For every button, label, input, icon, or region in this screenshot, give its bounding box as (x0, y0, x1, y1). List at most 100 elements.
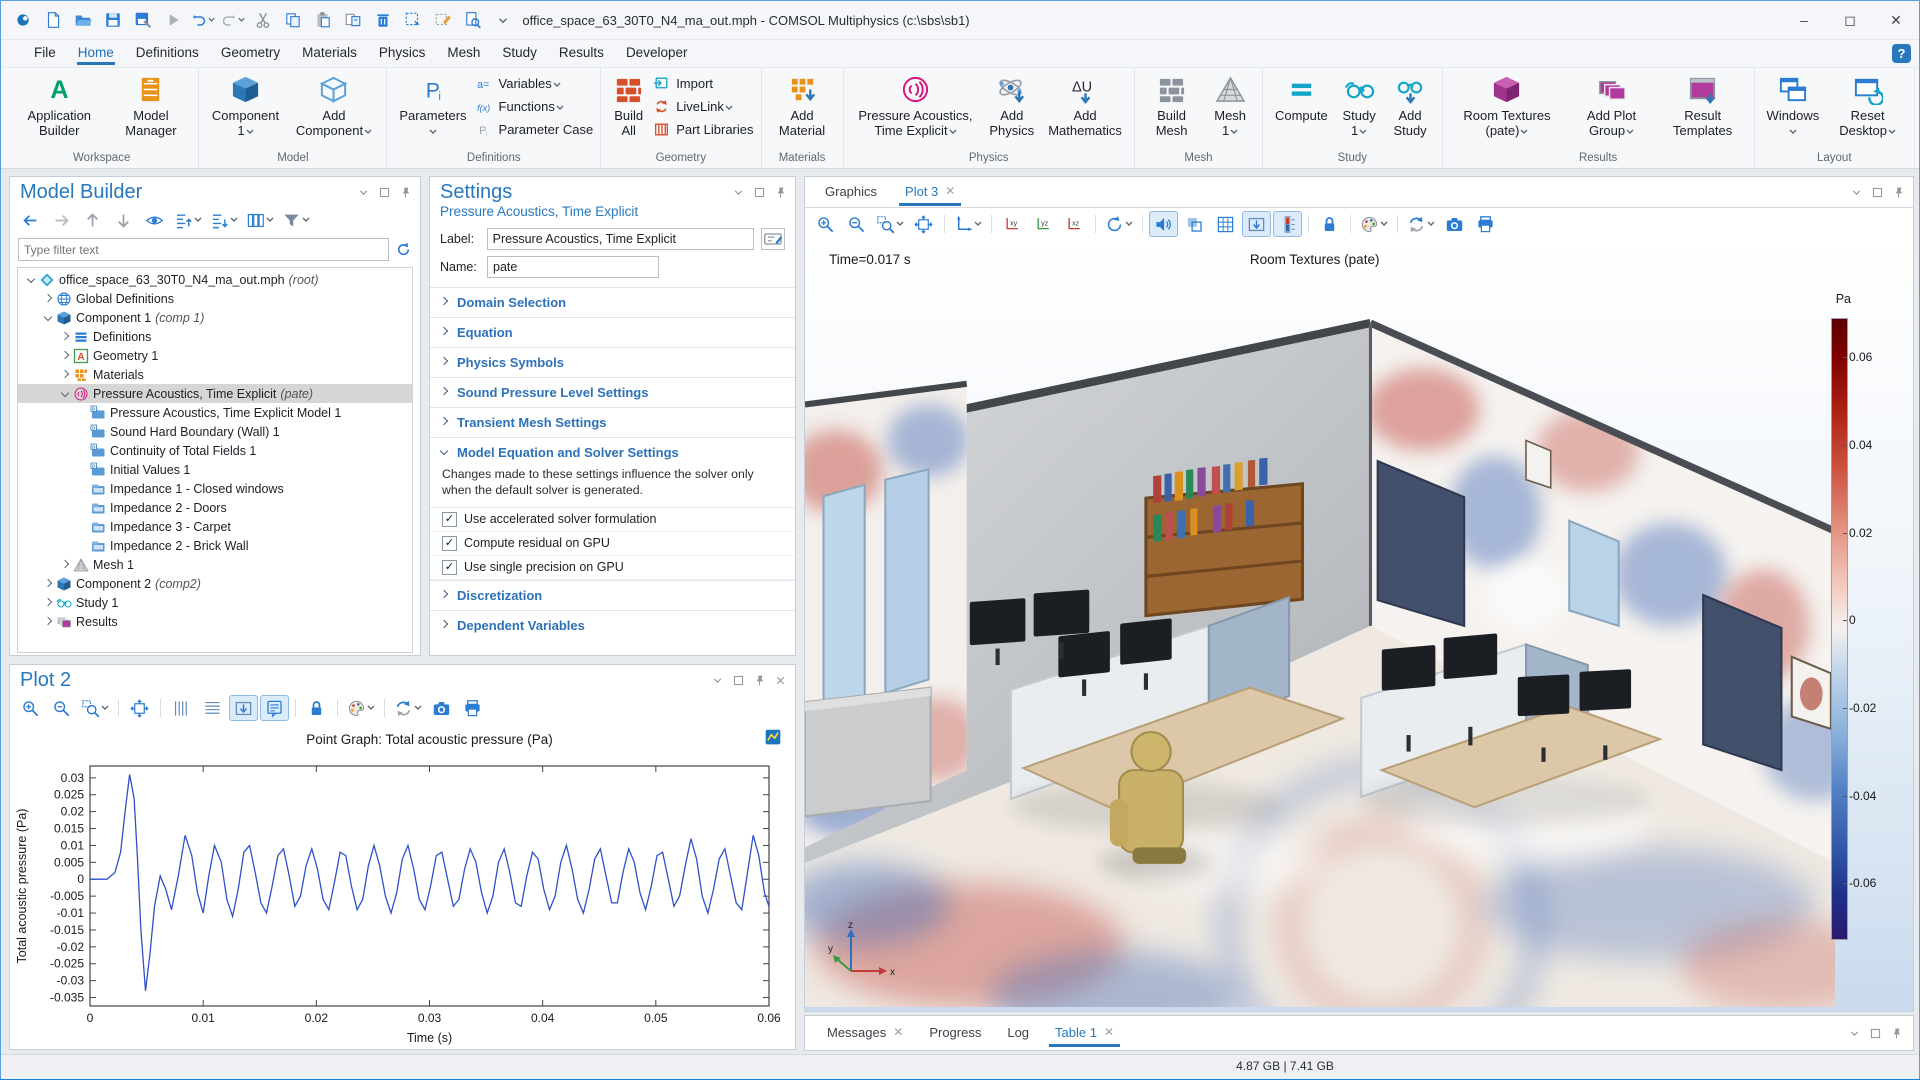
section-header[interactable]: Discretization (430, 581, 795, 610)
ribbon-livelink-button[interactable]: LiveLink (653, 97, 753, 116)
copy-button[interactable] (281, 8, 305, 32)
close-button[interactable]: ✕ (1873, 1, 1919, 39)
chevron-icon[interactable] (58, 330, 72, 344)
tree-item[interactable]: D Continuity of Total Fields 1 (18, 441, 412, 460)
zoom-extents-button[interactable] (125, 695, 154, 721)
zoom-box-button[interactable] (78, 695, 112, 721)
tree-item[interactable]: Impedance 2 - Brick Wall (18, 536, 412, 555)
tree-item[interactable]: Mesh 1 (18, 555, 412, 574)
chevron-icon[interactable] (41, 596, 55, 610)
view-xy-button[interactable]: xy (998, 211, 1027, 237)
tree-item[interactable]: Impedance 3 - Carpet (18, 517, 412, 536)
zoom-extents-button[interactable] (909, 211, 938, 237)
maximize-button[interactable]: ◻ (1827, 1, 1873, 39)
window-chev-icon[interactable] (711, 674, 724, 687)
window-float-icon[interactable] (732, 674, 745, 687)
redo-button[interactable] (221, 8, 245, 32)
point-graph-chart[interactable]: Point Graph: Total acoustic pressure (Pa… (10, 724, 795, 1051)
columns-button[interactable] (243, 207, 277, 233)
window-float-icon[interactable] (378, 186, 391, 199)
ribbon-component-button[interactable]: Component 1 (206, 70, 284, 138)
logo-button[interactable] (11, 8, 35, 32)
window-float-icon[interactable] (753, 186, 766, 199)
ribbon-study-button[interactable]: Study 1 (1337, 70, 1382, 138)
filter-input[interactable] (18, 238, 389, 261)
tab-plot3[interactable]: Plot 3 ✕ (893, 179, 967, 206)
window-pin-icon[interactable] (753, 674, 766, 687)
window-pin-icon[interactable] (399, 186, 412, 199)
ribbon-add-study-button[interactable]: Add Study (1385, 70, 1434, 138)
window-chev-icon[interactable] (1850, 186, 1863, 199)
undo-button[interactable] (191, 8, 215, 32)
save-button[interactable] (101, 8, 125, 32)
menu-results[interactable]: Results (548, 42, 615, 65)
plot-context-icon[interactable] (763, 728, 783, 746)
section-header[interactable]: Transient Mesh Settings (430, 408, 795, 437)
window-pin-icon[interactable] (774, 186, 787, 199)
refresh-button[interactable] (1404, 211, 1438, 237)
menu-definitions[interactable]: Definitions (125, 42, 210, 65)
ribbon-reset-desktop-button[interactable]: Reset Desktop (1828, 70, 1907, 138)
vgrid-button[interactable] (167, 695, 196, 721)
zoom-in-button[interactable] (16, 695, 45, 721)
tree-item[interactable]: office_space_63_30T0_N4_ma_out.mph (root) (18, 270, 412, 289)
refresh-filter-icon[interactable] (395, 241, 412, 258)
chevron-icon[interactable] (41, 311, 55, 325)
select-button[interactable] (401, 8, 425, 32)
transparency-button[interactable] (1180, 211, 1209, 237)
label-input[interactable] (486, 228, 755, 250)
window-pin-icon[interactable] (1890, 1027, 1903, 1040)
view-yz-button[interactable]: yz (1029, 211, 1058, 237)
menu-file[interactable]: File (23, 42, 67, 65)
close-tab-icon[interactable]: ✕ (945, 184, 955, 198)
tree-item[interactable]: Pressure Acoustics, Time Explicit (pate) (18, 384, 412, 403)
ribbon-add-component-button[interactable]: Add Component (289, 70, 380, 138)
window-chev-icon[interactable] (732, 186, 745, 199)
tree-item[interactable]: D Sound Hard Boundary (Wall) 1 (18, 422, 412, 441)
close-tab-icon[interactable]: ✕ (893, 1025, 903, 1039)
open-button[interactable] (71, 8, 95, 32)
chevron-icon[interactable] (24, 273, 38, 287)
window-float-icon[interactable] (1869, 1027, 1882, 1040)
rename-button[interactable] (761, 228, 785, 250)
paste-button[interactable] (311, 8, 335, 32)
grid-button[interactable] (1211, 211, 1240, 237)
tree-item[interactable]: Impedance 1 - Closed windows (18, 479, 412, 498)
checkbox[interactable]: ✓ (442, 535, 457, 551)
view-xz-button[interactable]: xz (1060, 211, 1089, 237)
ribbon-parameters-button[interactable]: Pi Parameters (394, 70, 471, 138)
graphics-canvas[interactable]: Time=0.017 s Room Textures (pate) Pa 0.0… (805, 240, 1913, 1011)
ribbon-add-plot-group-button[interactable]: Add Plot Group (1568, 70, 1655, 138)
chevron-icon[interactable] (41, 615, 55, 629)
tree-item[interactable]: Impedance 2 - Doors (18, 498, 412, 517)
tab-progress[interactable]: Progress (917, 1020, 993, 1047)
note-button[interactable] (260, 695, 289, 721)
zoom-box-button[interactable] (873, 211, 907, 237)
tab-table-1[interactable]: Table 1 ✕ (1043, 1020, 1126, 1047)
section-header[interactable]: Model Equation and Solver Settings (430, 438, 795, 467)
tree-item[interactable]: D Pressure Acoustics, Time Explicit Model… (18, 403, 412, 422)
ribbon-import-button[interactable]: Import (653, 74, 753, 93)
camera-button[interactable] (427, 695, 456, 721)
find-button[interactable] (461, 8, 485, 32)
zoom-out-button[interactable] (842, 211, 871, 237)
tree-item[interactable]: Results (18, 612, 412, 631)
tree-item[interactable]: Materials (18, 365, 412, 384)
print-button[interactable] (1471, 211, 1500, 237)
ribbon-add-mathematics-button[interactable]: ΔU Add Mathematics (1043, 70, 1127, 138)
colorbar-button[interactable] (1273, 211, 1302, 237)
tree-item[interactable]: Component 1 (comp 1) (18, 308, 412, 327)
chevron-icon[interactable] (58, 387, 72, 401)
section-header[interactable]: Sound Pressure Level Settings (430, 378, 795, 407)
checkbox[interactable]: ✓ (442, 559, 457, 575)
new-button[interactable] (41, 8, 65, 32)
window-chev-icon[interactable] (1848, 1027, 1861, 1040)
cut-button[interactable] (251, 8, 275, 32)
chevron-icon[interactable] (41, 292, 55, 306)
lock-button[interactable] (302, 695, 331, 721)
zoom-in-button[interactable] (811, 211, 840, 237)
move-up-button[interactable] (78, 207, 107, 233)
overflow-button[interactable] (491, 8, 515, 32)
zoom-out-button[interactable] (47, 695, 76, 721)
ribbon-model-manager-button[interactable]: Model Manager (111, 70, 192, 138)
